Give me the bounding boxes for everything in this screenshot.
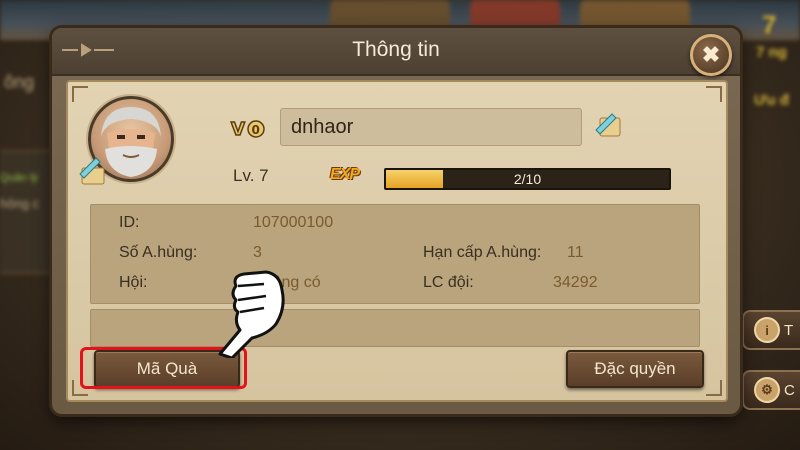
background-left-text: ông bbox=[4, 72, 35, 92]
close-icon: ✖ bbox=[701, 42, 721, 67]
corner-ornament bbox=[706, 380, 722, 396]
close-button[interactable]: ✖ bbox=[690, 34, 732, 76]
exp-progress-text: 2/10 bbox=[513, 171, 542, 187]
team-power-label: LC đội: bbox=[423, 274, 474, 291]
privileges-button[interactable]: Đặc quyền bbox=[566, 350, 704, 388]
background-hut bbox=[330, 0, 450, 30]
empty-info-row bbox=[90, 309, 700, 347]
hero-cap-value: 11 bbox=[567, 244, 584, 261]
info-icon: i bbox=[754, 317, 780, 343]
side-info-button-label: T bbox=[784, 321, 794, 339]
edit-avatar-icon[interactable] bbox=[76, 154, 110, 188]
heroes-label: Số A.hùng: bbox=[119, 244, 198, 261]
svg-text:V: V bbox=[231, 119, 245, 140]
pointing-hand-icon bbox=[218, 270, 285, 358]
exp-icon: EXP bbox=[330, 166, 360, 183]
dialog-title: Thông tin bbox=[352, 38, 440, 61]
id-label: ID: bbox=[119, 214, 140, 231]
background-right-text: 7 bbox=[762, 10, 777, 40]
player-level: Lv. 7 bbox=[233, 166, 269, 185]
team-power-value: 34292 bbox=[553, 274, 598, 291]
player-stats-box: ID: 107000100 Số A.hùng: 3 Hạn cấp A.hùn… bbox=[90, 204, 700, 304]
background-hut bbox=[470, 0, 560, 28]
background-right-text: 7 ng bbox=[756, 44, 787, 61]
background-left-text: hông c bbox=[0, 196, 40, 211]
side-settings-button-label: C bbox=[784, 381, 795, 399]
corner-ornament bbox=[706, 86, 722, 102]
background-left-text: Quản lý bbox=[0, 172, 38, 184]
exp-progress-bar: 2/10 bbox=[384, 168, 671, 190]
hero-cap-label: Hạn cấp A.hùng: bbox=[423, 244, 542, 261]
id-value: 107000100 bbox=[253, 214, 334, 231]
dialog-header: Thông tin ✖ bbox=[52, 28, 740, 76]
svg-text:0: 0 bbox=[252, 123, 260, 137]
gear-icon: ⚙ bbox=[754, 377, 780, 403]
player-name-field: dnhaor bbox=[280, 108, 582, 146]
corner-ornament bbox=[72, 86, 88, 102]
edit-name-icon[interactable] bbox=[592, 108, 626, 142]
vip-badge-icon: V 0 bbox=[230, 118, 265, 141]
side-info-button[interactable]: i T bbox=[742, 310, 800, 350]
side-settings-button[interactable]: ⚙ C bbox=[742, 370, 800, 410]
guild-label: Hội: bbox=[119, 274, 148, 291]
heroes-value: 3 bbox=[253, 244, 262, 261]
background-right-text: Ưu đ bbox=[754, 92, 789, 109]
